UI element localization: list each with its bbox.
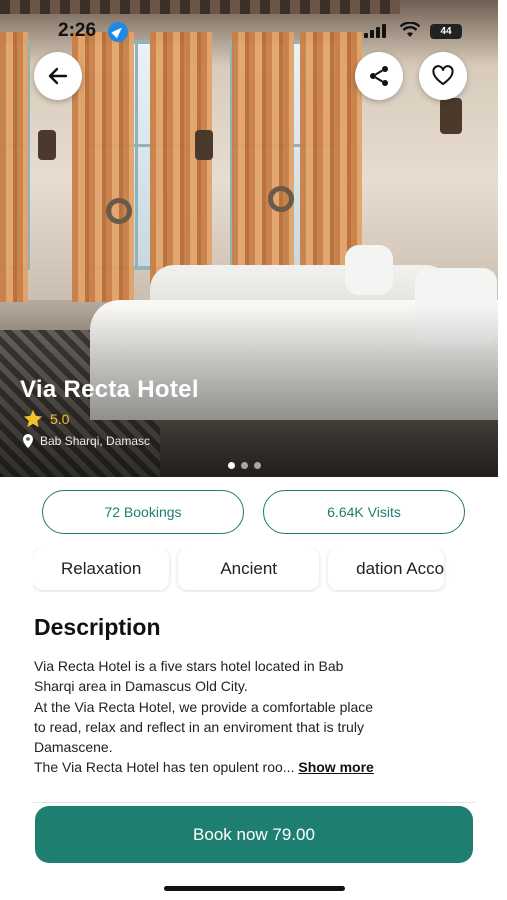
photo-decor <box>38 130 56 160</box>
visits-stat: 6.64K Visits <box>263 490 465 534</box>
book-now-button[interactable]: Book now 79.00 <box>35 806 473 863</box>
photo-decor <box>150 32 212 302</box>
description-line: to read, relax and reflect in an envirom… <box>34 718 364 735</box>
wifi-icon <box>400 22 420 37</box>
description-last-line: The Via Recta Hotel has ten opulent roo.… <box>34 757 479 777</box>
back-button[interactable] <box>34 52 82 100</box>
arrow-left-icon <box>48 67 68 85</box>
description-line: The Via Recta Hotel has ten opulent roo.… <box>34 759 299 776</box>
favorite-button[interactable] <box>419 52 467 100</box>
hotel-image-carousel[interactable]: 2:26 44 Via Recta Hotel 5.0 Bab Sharqi, … <box>0 0 498 477</box>
photo-decor <box>268 186 294 212</box>
photo-decor <box>232 32 294 302</box>
location: Bab Sharqi, Damasc <box>22 434 150 448</box>
description-title: Description <box>34 614 161 640</box>
bookings-stat: 72 Bookings <box>42 490 244 534</box>
heart-icon <box>432 65 454 85</box>
description-line: Via Recta Hotel is a five stars hotel lo… <box>34 658 344 674</box>
location-text: Bab Sharqi, Damasc <box>40 434 151 448</box>
description-line: At the Via Recta Hotel, we provide a com… <box>34 698 374 715</box>
show-more-link[interactable]: Show more <box>298 759 373 775</box>
rating-value: 5.0 <box>50 411 70 427</box>
star-icon <box>23 409 43 428</box>
home-indicator[interactable] <box>164 886 345 891</box>
tag-relaxation[interactable]: Relaxation <box>33 548 170 590</box>
rating: 5.0 <box>22 408 69 430</box>
photo-decor <box>0 32 28 302</box>
carousel-dots <box>228 462 261 469</box>
location-pin-icon <box>23 434 33 448</box>
share-icon <box>370 66 388 86</box>
photo-decor <box>345 245 393 295</box>
tag-list[interactable]: Relaxation Ancient dation Acco <box>33 548 478 592</box>
cellular-signal-icon <box>364 24 386 38</box>
carousel-dot[interactable] <box>254 462 261 469</box>
battery-icon: 44 <box>430 24 462 39</box>
description-line: Sharqi area in Damascus Old City. <box>34 678 248 695</box>
location-services-icon <box>108 22 128 42</box>
photo-decor <box>106 198 132 224</box>
carousel-dot[interactable] <box>241 462 248 469</box>
photo-decor <box>195 130 213 160</box>
photo-decor <box>0 0 400 14</box>
divider <box>33 802 475 803</box>
status-time: 2:26 <box>58 20 97 41</box>
share-button[interactable] <box>355 52 403 100</box>
description-text: Via Recta Hotel is a five stars hotel lo… <box>34 656 479 778</box>
hotel-name: Via Recta Hotel <box>20 376 199 403</box>
description-line: Damascene. <box>34 739 113 756</box>
tag-label: dation Acco <box>356 559 445 578</box>
carousel-dot[interactable] <box>228 462 235 469</box>
photo-decor <box>440 98 462 134</box>
tag-accommodation[interactable]: dation Acco <box>328 548 445 590</box>
tag-ancient[interactable]: Ancient <box>178 548 320 590</box>
